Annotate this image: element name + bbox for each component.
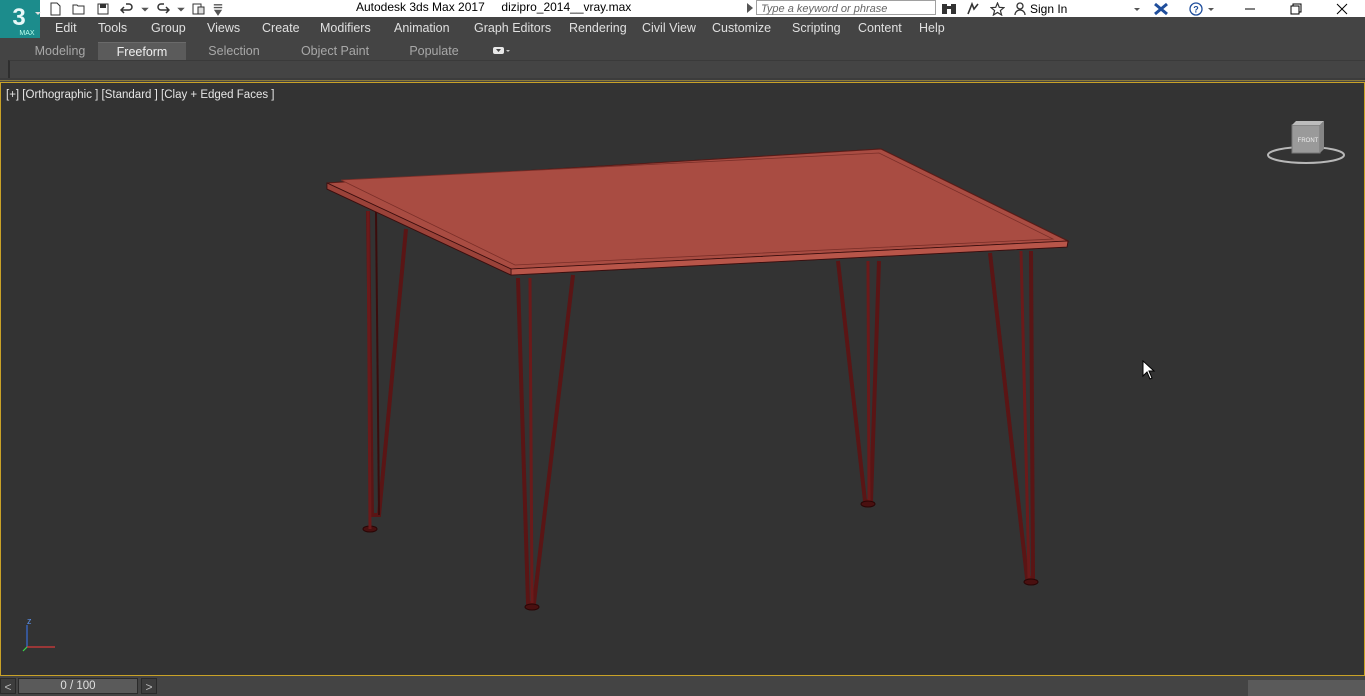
time-track-end (1248, 680, 1365, 696)
menu-scripting[interactable]: Scripting (792, 21, 841, 35)
info-center (940, 0, 1006, 17)
tab-selection[interactable]: Selection (196, 42, 272, 60)
sign-in-dropdown-icon[interactable] (1133, 5, 1141, 13)
quick-access-toolbar (44, 0, 224, 17)
help-icon[interactable]: ? (1189, 1, 1204, 16)
axis-gizmo: z (19, 616, 59, 653)
binoculars-icon[interactable] (940, 0, 958, 17)
menu-bar: Edit Tools Group Views Create Modifiers … (0, 17, 1365, 40)
ribbon-divider (0, 78, 1365, 81)
time-slider[interactable]: 0 / 100 (18, 678, 138, 694)
viewport-label[interactable]: [+] [Orthographic ] [Standard ] [Clay + … (6, 89, 274, 101)
customize-dropdown-icon[interactable] (212, 0, 224, 17)
tab-freeform[interactable]: Freeform (98, 42, 186, 60)
help-dropdown-icon[interactable] (1207, 5, 1215, 13)
new-file-icon[interactable] (44, 0, 66, 17)
menu-edit[interactable]: Edit (55, 21, 77, 35)
menu-content[interactable]: Content (858, 21, 902, 35)
menu-create[interactable]: Create (262, 21, 300, 35)
sign-in-label: Sign In (1030, 1, 1068, 16)
tab-object-paint[interactable]: Object Paint (290, 42, 380, 60)
search-box[interactable] (756, 0, 936, 16)
viewport-orthographic[interactable]: [+] [Orthographic ] [Standard ] [Clay + … (0, 82, 1365, 676)
window-title: Autodesk 3ds Max 2017 dizipro_2014__vray… (356, 0, 631, 17)
open-file-icon[interactable] (68, 0, 90, 17)
scene-canvas[interactable] (1, 83, 1364, 675)
file-name: dizipro_2014__vray.max (501, 0, 632, 14)
ribbon-options-icon (493, 47, 510, 54)
menu-customize[interactable]: Customize (712, 21, 771, 35)
favorites-star-icon[interactable] (988, 0, 1006, 17)
ribbon-panel (8, 60, 1365, 78)
time-next-button[interactable]: > (141, 678, 157, 694)
exchange-apps-icon[interactable] (1153, 2, 1169, 16)
search-input[interactable] (757, 2, 935, 16)
restore-icon[interactable] (1273, 0, 1319, 17)
viewcube[interactable]: FRONT (1266, 117, 1346, 167)
menu-civil-view[interactable]: Civil View (642, 21, 696, 35)
redo-dropdown-icon[interactable] (176, 0, 186, 17)
menu-animation[interactable]: Animation (394, 21, 450, 35)
viewcube-face-label: FRONT (1298, 138, 1319, 144)
menu-views[interactable]: Views (207, 21, 240, 35)
menu-modifiers[interactable]: Modifiers (320, 21, 371, 35)
sign-in-button[interactable]: Sign In ? (1014, 0, 1215, 17)
save-icon[interactable] (92, 0, 114, 17)
mouse-cursor-icon (1142, 360, 1156, 380)
undo-dropdown-icon[interactable] (140, 0, 150, 17)
table-leg-back-left[interactable] (362, 210, 408, 533)
menu-tools[interactable]: Tools (98, 21, 127, 35)
axis-z-label: z (27, 617, 32, 626)
time-prev-button[interactable]: < (0, 678, 16, 694)
user-icon (1014, 1, 1026, 15)
tab-populate[interactable]: Populate (398, 42, 470, 60)
app-name: Autodesk 3ds Max 2017 (356, 0, 485, 14)
close-icon[interactable] (1319, 0, 1365, 17)
menu-graph-editors[interactable]: Graph Editors (474, 21, 551, 35)
logo-text: 3 (12, 4, 25, 31)
communication-icon[interactable] (964, 0, 982, 17)
tab-modeling[interactable]: Modeling (22, 42, 98, 60)
table-leg-back-right[interactable] (836, 260, 881, 508)
table-leg-front-right[interactable] (988, 250, 1039, 586)
time-slider-bar: < 0 / 100 > (0, 677, 1365, 696)
menu-rendering[interactable]: Rendering (569, 21, 627, 35)
table-leg-front-left[interactable] (516, 274, 575, 611)
project-icon[interactable] (188, 0, 210, 17)
svg-text:?: ? (1194, 4, 1200, 14)
menu-group[interactable]: Group (151, 21, 186, 35)
window-controls (1227, 0, 1365, 17)
redo-icon[interactable] (152, 0, 174, 17)
logo-subtext: MAX (19, 30, 35, 37)
table-top[interactable] (326, 148, 1070, 276)
ribbon-options-button[interactable] (486, 42, 516, 60)
menu-help[interactable]: Help (919, 21, 945, 35)
undo-icon[interactable] (116, 0, 138, 17)
search-expand-icon[interactable] (746, 2, 754, 14)
ribbon-tabs: Modeling Freeform Selection Object Paint… (0, 40, 1365, 60)
app-logo[interactable]: 3 MAX (0, 0, 44, 38)
title-bar: Autodesk 3ds Max 2017 dizipro_2014__vray… (0, 0, 1365, 17)
time-track[interactable] (158, 678, 1248, 694)
minimize-icon[interactable] (1227, 0, 1273, 17)
